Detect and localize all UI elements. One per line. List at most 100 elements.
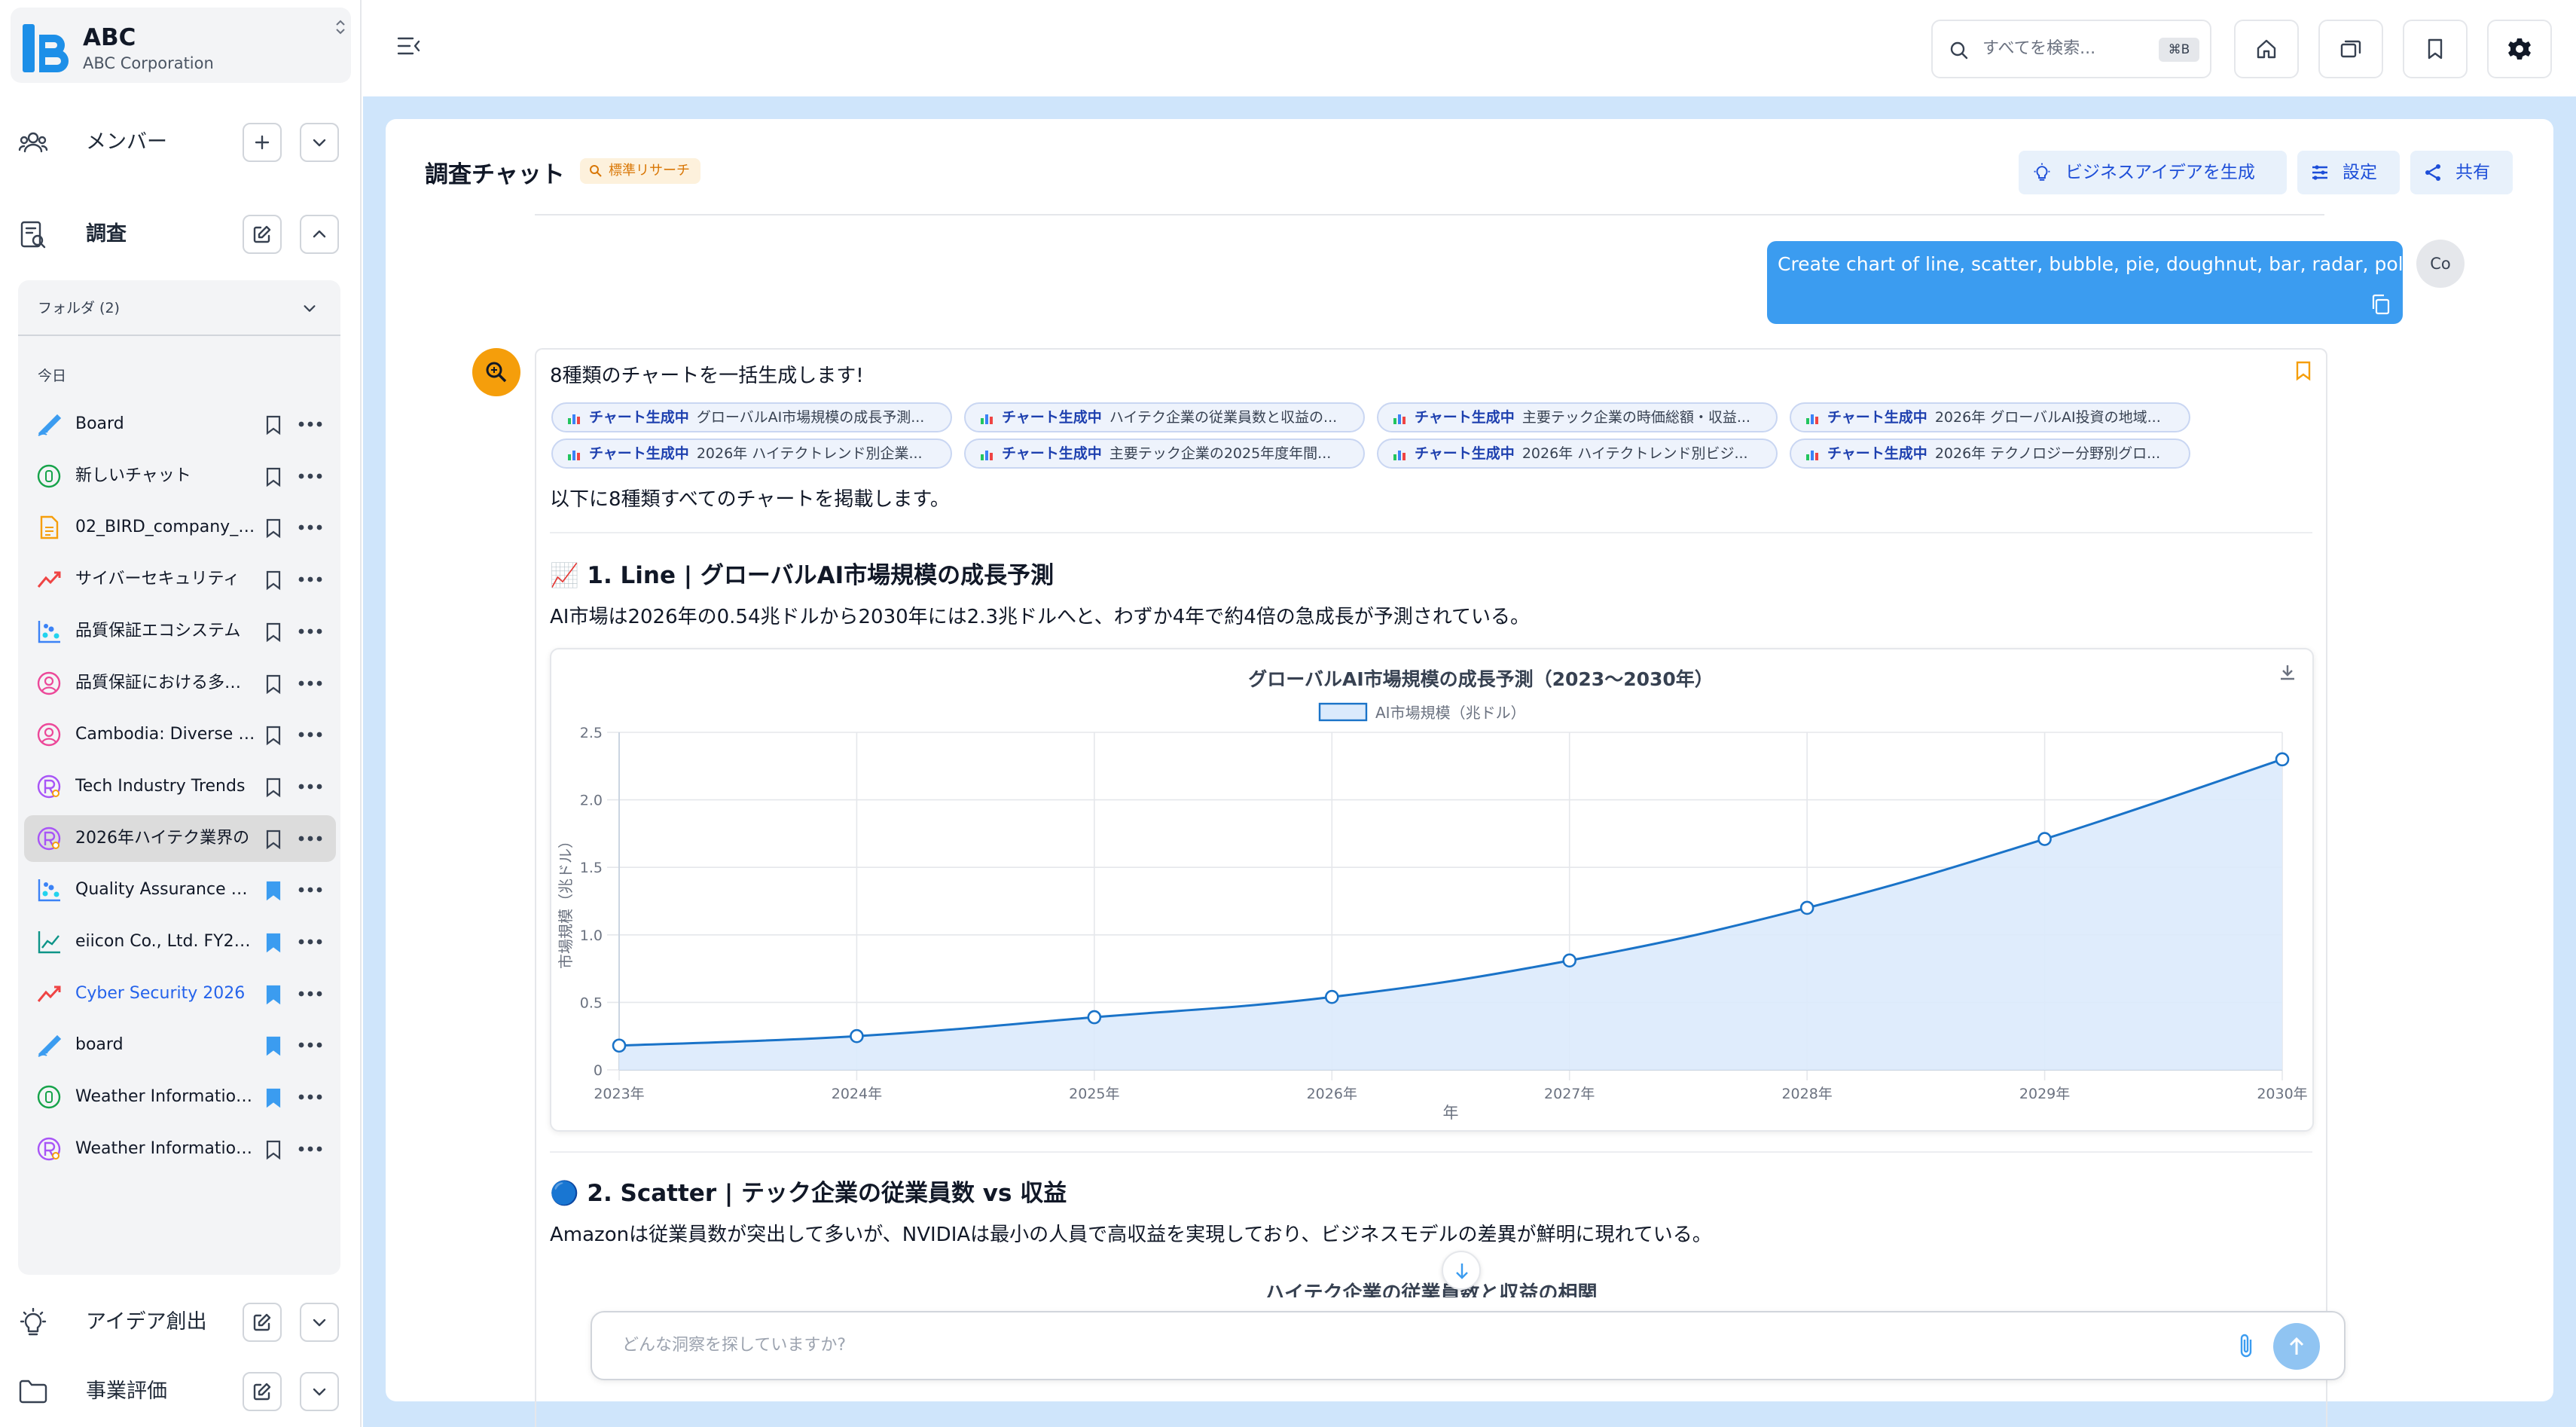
bookmark-icon[interactable]: [264, 414, 283, 435]
research-item[interactable]: Board: [24, 401, 336, 448]
more-options-icon[interactable]: [297, 1089, 324, 1105]
expand-collapse-icon[interactable]: [334, 18, 346, 36]
members-icon: [18, 132, 48, 153]
chip-label: 2026年 ハイテクトレンド別企業...: [696, 445, 923, 462]
copy-icon[interactable]: [2371, 294, 2391, 315]
chart-status-chip[interactable]: チャート生成中 2026年 ハイテクトレンド別企業...: [551, 438, 952, 469]
bar-chart-icon: [981, 451, 993, 460]
more-options-icon[interactable]: [297, 934, 324, 950]
more-options-icon[interactable]: [297, 1037, 324, 1053]
global-search[interactable]: すべてを検索... ⌘B: [1931, 20, 2211, 78]
bookmark-icon[interactable]: [264, 674, 283, 695]
new-research-button[interactable]: [243, 215, 282, 254]
more-options-icon[interactable]: [297, 416, 324, 432]
trend-up-icon: [37, 985, 61, 1002]
scroll-down-button[interactable]: [1442, 1251, 1481, 1290]
research-collapse-button[interactable]: [300, 215, 339, 254]
settings-button[interactable]: [2487, 20, 2552, 78]
research-icon: [20, 221, 46, 249]
chart-status-chip[interactable]: チャート生成中 ハイテク企業の従業員数と収益の...: [964, 402, 1365, 432]
chart-status-chip[interactable]: チャート生成中 2026年 ハイテクトレンド別ビジ...: [1377, 438, 1778, 469]
bookmark-icon[interactable]: [264, 1139, 283, 1160]
new-evaluation-button[interactable]: [243, 1372, 282, 1411]
bookmark-icon[interactable]: [264, 725, 283, 746]
x-tick-label: 2029年: [2019, 1086, 2070, 1102]
research-item[interactable]: board: [24, 1022, 336, 1068]
research-item-label: サイバーセキュリティ: [75, 570, 240, 589]
bookmark-icon[interactable]: [264, 622, 283, 643]
y-tick-label: 2.5: [580, 725, 603, 741]
more-options-icon[interactable]: [297, 830, 324, 847]
share-button[interactable]: 共有: [2410, 151, 2513, 194]
more-options-icon[interactable]: [297, 571, 324, 588]
section-2-chart-clip: ハイテク企業の従業員数と収益の相関: [550, 1272, 2312, 1297]
research-item[interactable]: Tech Industry Trends: [24, 763, 336, 810]
research-item[interactable]: サイバーセキュリティ: [24, 556, 336, 603]
lightbulb-icon: [2034, 163, 2050, 181]
more-options-icon[interactable]: [297, 468, 324, 484]
more-options-icon[interactable]: [297, 726, 324, 743]
home-button[interactable]: [2234, 20, 2299, 78]
settings-chat-button[interactable]: 設定: [2297, 151, 2400, 194]
more-options-icon[interactable]: [297, 623, 324, 640]
chart-status-chip[interactable]: チャート生成中 2026年 グローバルAI投資の地域...: [1790, 402, 2190, 432]
bookmark-icon[interactable]: [264, 466, 283, 487]
bookmark-icon[interactable]: [264, 1035, 283, 1056]
research-item[interactable]: 品質保証における多様性: [24, 660, 336, 707]
chip-label: ハイテク企業の従業員数と収益の...: [1109, 409, 1338, 426]
bookmark-icon[interactable]: [2294, 360, 2312, 381]
more-options-icon[interactable]: [297, 882, 324, 898]
sidebar-toggle-icon[interactable]: [396, 35, 422, 57]
research-item-label: Weather Information Sy: [75, 1087, 256, 1107]
research-item[interactable]: eiicon Co., Ltd. FY2024: [24, 918, 336, 965]
research-item[interactable]: 2026年ハイテク業界の: [24, 814, 336, 862]
workspace-switcher[interactable]: ABC ABC Corporation: [11, 8, 351, 83]
research-item[interactable]: 品質保証エコシステム: [24, 608, 336, 655]
new-idea-button[interactable]: [243, 1303, 282, 1342]
bookmark-icon[interactable]: [264, 518, 283, 539]
members-expand-button[interactable]: [300, 123, 339, 162]
more-options-icon[interactable]: [297, 519, 324, 536]
more-options-icon[interactable]: [297, 1141, 324, 1157]
add-member-button[interactable]: [243, 123, 282, 162]
chip-status: チャート生成中: [1415, 409, 1515, 426]
chart-status-chip[interactable]: チャート生成中 2026年 テクノロジー分野別グロ...: [1790, 438, 2190, 469]
bookmark-icon[interactable]: [264, 880, 283, 901]
chip-label: 2026年 グローバルAI投資の地域...: [1934, 409, 2161, 426]
chart-status-chip[interactable]: チャート生成中 主要テック企業の時価総額・収益...: [1377, 402, 1778, 432]
research-item[interactable]: Cyber Security 2026: [24, 970, 336, 1017]
line-chart: グローバルAI市場規模の成長予測（2023〜2030年） AI市場規模（兆ドル） 0…: [557, 668, 2308, 1122]
top-bar: すべてを検索... ⌘B: [363, 0, 2576, 96]
legend-swatch: [1318, 702, 1368, 722]
more-options-icon[interactable]: [297, 985, 324, 1002]
bookmark-icon[interactable]: [264, 932, 283, 953]
chart-title: グローバルAI市場規模の成長予測（2023〜2030年）: [1248, 668, 1714, 690]
more-options-icon[interactable]: [297, 778, 324, 795]
bookmark-icon[interactable]: [264, 1087, 283, 1108]
windows-button[interactable]: [2318, 20, 2383, 78]
research-item[interactable]: Cambodia: Diverse Mark: [24, 711, 336, 758]
idea-expand-button[interactable]: [300, 1303, 339, 1342]
generate-idea-button[interactable]: ビジネスアイデアを生成: [2019, 151, 2287, 194]
paperclip-icon[interactable]: [2237, 1332, 2255, 1359]
research-item[interactable]: 02_BIRD_company_prof: [24, 504, 336, 551]
brand-subtitle: ABC Corporation: [83, 54, 214, 72]
chart-status-chip[interactable]: チャート生成中 主要テック企業の2025年度年間...: [964, 438, 1365, 469]
research-item-label: Cyber Security 2026: [75, 983, 246, 1003]
research-item[interactable]: Weather Information Sy: [24, 1126, 336, 1172]
bookmark-icon[interactable]: [264, 984, 283, 1005]
evaluation-expand-button[interactable]: [300, 1372, 339, 1411]
research-item[interactable]: Quality Assurance Mark: [24, 866, 336, 913]
bookmarks-button[interactable]: [2403, 20, 2468, 78]
send-button[interactable]: [2273, 1323, 2320, 1370]
chip-status: チャート生成中: [1002, 409, 1102, 426]
chart-status-chip[interactable]: チャート生成中 グローバルAI市場規模の成長予測...: [551, 402, 952, 432]
research-item[interactable]: Weather Information Sy: [24, 1074, 336, 1120]
bookmark-icon[interactable]: [264, 777, 283, 798]
research-item[interactable]: 新しいチャット: [24, 453, 336, 500]
bookmark-icon[interactable]: [264, 570, 283, 591]
chat-input[interactable]: どんな洞察を探していますか?: [591, 1311, 2346, 1380]
folder-row[interactable]: フォルダ (2): [18, 280, 340, 336]
more-options-icon[interactable]: [297, 675, 324, 692]
bookmark-icon[interactable]: [264, 829, 283, 850]
